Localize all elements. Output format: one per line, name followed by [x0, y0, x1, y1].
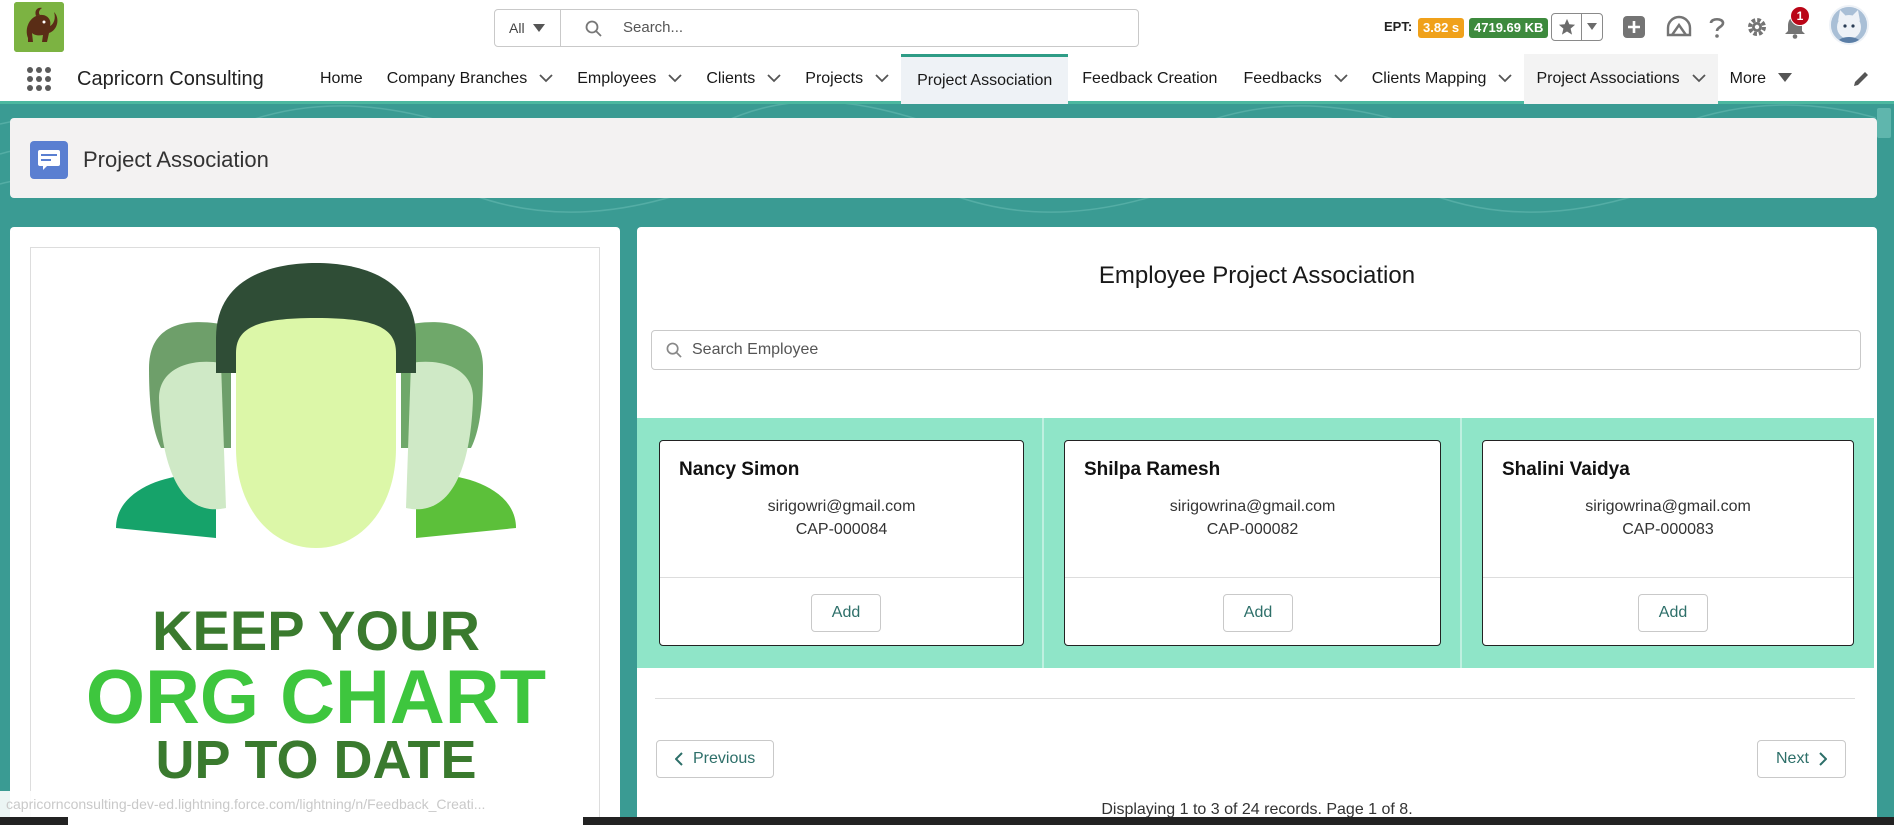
divider — [655, 698, 1855, 699]
employee-name: Shilpa Ramesh — [1084, 459, 1221, 480]
poster-line-2: ORG CHART — [86, 655, 546, 740]
scrollbar-thumb[interactable] — [1877, 108, 1891, 138]
employee-email: sirigowri@gmail.com — [767, 498, 916, 515]
chevron-down-icon[interactable] — [767, 70, 781, 88]
nav-item-label: Projects — [805, 70, 864, 87]
search-input[interactable]: Search... — [623, 10, 683, 46]
employee-search-input[interactable]: Search Employee — [651, 330, 1861, 370]
nav-item-label: Feedbacks — [1243, 70, 1322, 87]
org-chart-poster: KEEP YOUR ORG CHART UP TO DATE — [30, 247, 600, 825]
gear-icon[interactable] — [1744, 14, 1770, 40]
chevron-right-icon — [1819, 752, 1827, 766]
nav-item-label: More — [1729, 70, 1767, 87]
chevron-left-icon — [675, 752, 683, 766]
nav-item-label: Project Associations — [1536, 70, 1680, 87]
nav-item-feedback-creation[interactable]: Feedback Creation — [1068, 54, 1231, 104]
employee-id: CAP-000084 — [795, 521, 888, 538]
chevron-down-icon[interactable] — [1691, 70, 1706, 88]
add-employee-button[interactable]: Add — [1638, 594, 1708, 632]
nav-item-project-association[interactable]: Project Association — [901, 54, 1069, 104]
global-search[interactable]: All Search... — [494, 9, 1139, 47]
nav-items: Home Company Branches Employees Clients … — [308, 54, 1804, 104]
nav-item-project-associations[interactable]: Project Associations — [1524, 54, 1718, 104]
avatar[interactable] — [1829, 5, 1869, 45]
section-title: Employee Project Association — [1098, 262, 1416, 289]
chevron-down-icon — [532, 24, 545, 32]
status-bar-url: capricornconsulting-dev-ed.lightning.for… — [0, 791, 492, 817]
page-header — [10, 118, 1877, 198]
nav-item-label: Employees — [577, 70, 657, 87]
org-logo[interactable] — [14, 2, 64, 52]
previous-label: Previous — [693, 750, 756, 767]
app-navigation-bar: Capricorn Consulting Home Company Branch… — [0, 54, 1894, 104]
card-divider — [660, 577, 1023, 578]
chevron-down-icon[interactable] — [1498, 70, 1513, 88]
nav-item-feedbacks[interactable]: Feedbacks — [1231, 54, 1359, 104]
chevron-down-icon[interactable] — [1334, 70, 1348, 88]
pencil-icon[interactable] — [1852, 70, 1870, 93]
column-divider — [1042, 418, 1044, 668]
search-scope-label: All — [509, 20, 525, 36]
next-label: Next — [1776, 750, 1809, 767]
chevron-down-icon[interactable] — [1582, 14, 1602, 40]
app-launcher-icon[interactable] — [26, 66, 52, 92]
nav-item-clients[interactable]: Clients — [694, 54, 793, 104]
employee-name: Shalini Vaidya — [1502, 459, 1630, 480]
employee-search-placeholder: Search Employee — [692, 341, 819, 358]
poster-line-1: KEEP YOUR — [152, 599, 480, 662]
column-divider — [1460, 418, 1462, 668]
chevron-down-icon[interactable] — [668, 70, 682, 88]
page-title: Project Association — [83, 147, 269, 172]
nav-item-more[interactable]: More — [1718, 54, 1804, 104]
chevron-down-icon[interactable] — [875, 70, 889, 88]
employee-email: sirigowrina@gmail.com — [1585, 498, 1751, 515]
employee-name: Nancy Simon — [679, 459, 800, 480]
search-scope-select[interactable]: All — [495, 10, 561, 46]
notification-badge: 1 — [1790, 6, 1810, 26]
global-header: All Search... EPT: 3.82 s 4719.69 KB 1 — [0, 0, 1894, 54]
nav-item-company-branches[interactable]: Company Branches — [375, 54, 566, 104]
nav-item-label: Home — [320, 70, 363, 87]
caret-down-icon[interactable] — [1778, 70, 1793, 88]
bottom-bar-segment — [68, 817, 583, 825]
previous-button[interactable]: Previous — [656, 740, 775, 778]
add-employee-button[interactable]: Add — [811, 594, 881, 632]
nav-item-label: Feedback Creation — [1082, 70, 1218, 87]
nav-item-home[interactable]: Home — [308, 54, 375, 104]
employee-card: Shalini Vaidya sirigowrina@gmail.com CAP… — [1482, 440, 1854, 646]
chevron-down-icon[interactable] — [539, 70, 553, 88]
ept-time-badge: 3.82 s — [1418, 18, 1465, 38]
nav-item-label: Clients Mapping — [1371, 70, 1487, 87]
people-illustration: KEEP YOUR ORG CHART UP TO DATE — [86, 263, 546, 790]
employee-card: Nancy Simon sirigowri@gmail.com CAP-0000… — [659, 440, 1024, 646]
ept-label: EPT: — [1384, 19, 1413, 34]
nav-item-label: Project Association — [917, 71, 1053, 89]
app-name: Capricorn Consulting — [77, 68, 264, 90]
employee-card: Shilpa Ramesh sirigowrina@gmail.com CAP-… — [1064, 440, 1441, 646]
nav-item-label: Clients — [706, 70, 756, 87]
add-employee-button[interactable]: Add — [1223, 594, 1293, 632]
nav-item-label: Company Branches — [386, 70, 528, 87]
employee-id: CAP-000083 — [1622, 521, 1714, 538]
card-divider — [1483, 577, 1853, 578]
help-icon[interactable] — [1704, 14, 1730, 40]
employee-email: sirigowrina@gmail.com — [1169, 498, 1336, 515]
trailhead-icon[interactable] — [1666, 14, 1692, 40]
nav-item-employees[interactable]: Employees — [565, 54, 694, 104]
search-icon — [585, 20, 602, 42]
search-icon — [666, 342, 682, 363]
add-icon[interactable] — [1621, 14, 1647, 40]
card-divider — [1065, 577, 1440, 578]
page-scrollbar[interactable] — [1876, 104, 1894, 817]
favorites-button[interactable] — [1551, 13, 1603, 41]
page-header-icon — [30, 141, 68, 179]
next-button[interactable]: Next — [1757, 740, 1846, 778]
employee-id: CAP-000082 — [1206, 521, 1299, 538]
poster-line-3: UP TO DATE — [155, 730, 476, 790]
nav-item-projects[interactable]: Projects — [793, 54, 901, 104]
nav-item-clients-mapping[interactable]: Clients Mapping — [1360, 54, 1525, 104]
ept-memory-badge: 4719.69 KB — [1469, 18, 1549, 38]
star-icon[interactable] — [1552, 14, 1582, 40]
